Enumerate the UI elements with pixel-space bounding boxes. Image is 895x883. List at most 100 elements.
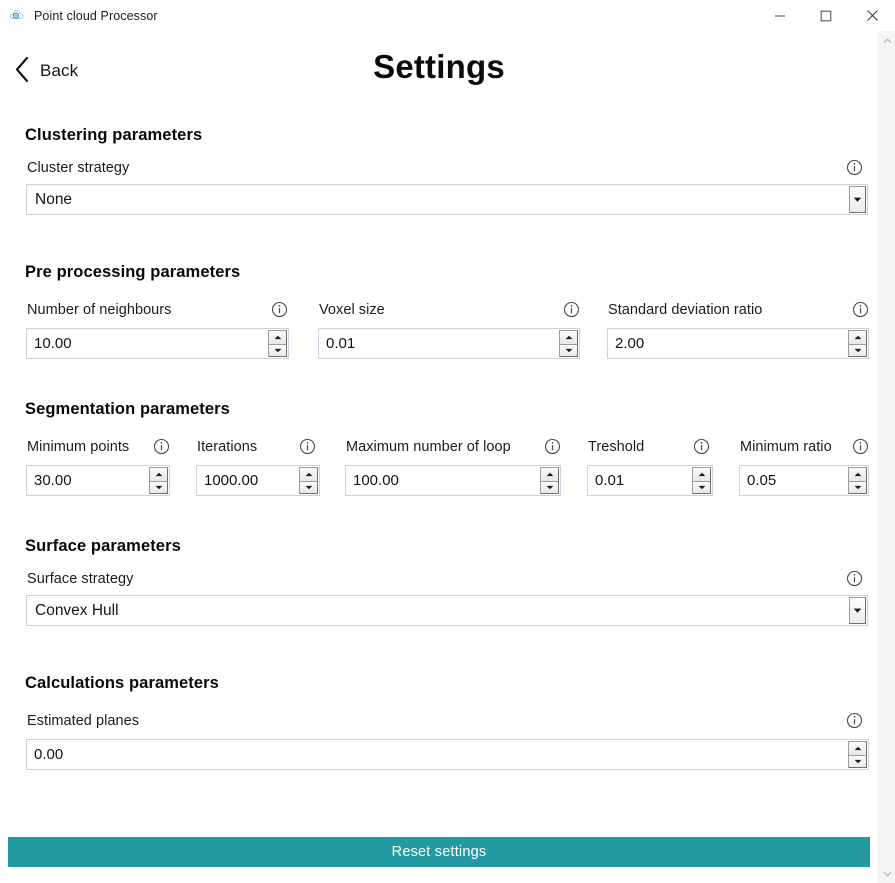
stepper-buttons [149, 467, 168, 494]
stepper-down-icon[interactable] [559, 343, 578, 357]
stepper-up-icon[interactable] [692, 467, 711, 481]
section-preprocessing: Pre processing parameters Number of neig… [0, 263, 878, 398]
stepper-up-icon[interactable] [149, 467, 168, 481]
title-bar: Point cloud Processor [0, 0, 895, 31]
info-icon[interactable] [563, 301, 580, 318]
stepper-up-icon[interactable] [848, 467, 867, 481]
voxel-size-label: Voxel size [319, 301, 385, 318]
section-calculations: Calculations parameters Estimated planes… [0, 674, 878, 804]
minimum-points-value[interactable]: 30.00 [27, 466, 149, 495]
stepper-down-icon[interactable] [848, 754, 867, 768]
maximum-number-of-loops-value[interactable]: 100.00 [346, 466, 540, 495]
cluster-strategy-label-row: Cluster strategy [27, 159, 863, 176]
stepper-up-icon[interactable] [848, 330, 867, 344]
stepper-up-icon[interactable] [299, 467, 318, 481]
minimum-points-stepper[interactable]: 30.00 [26, 465, 170, 496]
info-icon[interactable] [153, 438, 170, 455]
surface-strategy-label-row: Surface strategy [27, 570, 863, 587]
iterations-stepper[interactable]: 1000.00 [196, 465, 320, 496]
stepper-buttons [848, 467, 867, 494]
chevron-down-icon[interactable] [879, 865, 895, 882]
stepper-up-icon[interactable] [540, 467, 559, 481]
stepper-up-icon[interactable] [559, 330, 578, 344]
section-title-clustering: Clustering parameters [25, 126, 203, 144]
maximum-number-of-loops-stepper[interactable]: 100.00 [345, 465, 561, 496]
info-icon[interactable] [852, 301, 869, 318]
minimum-ratio-label-row: Minimum ratio [740, 438, 869, 455]
iterations-label-row: Iterations [197, 438, 316, 455]
reset-settings-button[interactable]: Reset settings [8, 837, 870, 867]
info-icon[interactable] [693, 438, 710, 455]
info-icon[interactable] [299, 438, 316, 455]
cloud-icon [9, 7, 26, 24]
stepper-down-icon[interactable] [848, 343, 867, 357]
chevron-down-icon[interactable] [849, 186, 866, 213]
surface-strategy-value: Convex Hull [35, 601, 119, 619]
cluster-strategy-select[interactable]: None [26, 184, 868, 215]
stepper-down-icon[interactable] [692, 480, 711, 494]
maximize-icon[interactable] [803, 0, 849, 31]
chevron-up-icon[interactable] [879, 32, 895, 49]
stepper-up-icon[interactable] [848, 741, 867, 755]
stepper-buttons [848, 741, 867, 768]
vertical-scrollbar[interactable] [878, 31, 895, 883]
window-controls [757, 0, 895, 31]
minimize-icon[interactable] [757, 0, 803, 31]
stepper-down-icon[interactable] [149, 480, 168, 494]
section-clustering: Clustering parameters Cluster strategy N… [0, 126, 878, 246]
number-of-neighbours-value[interactable]: 10.00 [27, 329, 268, 358]
voxel-size-stepper[interactable]: 0.01 [318, 328, 580, 359]
treshold-stepper[interactable]: 0.01 [587, 465, 713, 496]
cluster-strategy-value: None [35, 190, 73, 208]
stepper-down-icon[interactable] [540, 480, 559, 494]
section-title-preprocessing: Pre processing parameters [25, 263, 241, 281]
standard-deviation-ratio-stepper[interactable]: 2.00 [607, 328, 869, 359]
treshold-label: Treshold [588, 438, 645, 455]
minimum-points-label-row: Minimum points [27, 438, 170, 455]
stepper-up-icon[interactable] [268, 330, 287, 344]
voxel-size-label-row: Voxel size [319, 301, 580, 318]
stepper-buttons [268, 330, 287, 357]
stepper-buttons [848, 330, 867, 357]
estimated-planes-label: Estimated planes [27, 712, 140, 729]
page-title: Settings [373, 48, 505, 85]
voxel-size-value[interactable]: 0.01 [319, 329, 559, 358]
stepper-down-icon[interactable] [299, 480, 318, 494]
info-icon[interactable] [846, 570, 863, 587]
iterations-value[interactable]: 1000.00 [197, 466, 299, 495]
info-icon[interactable] [846, 159, 863, 176]
info-icon[interactable] [271, 301, 288, 318]
section-surface: Surface parameters Surface strategy Conv… [0, 537, 878, 662]
stepper-buttons [540, 467, 559, 494]
chevron-down-icon[interactable] [849, 597, 866, 624]
maximum-number-of-loops-label-row: Maximum number of loop [346, 438, 561, 455]
settings-content: Back Settings Clustering parameters Clus… [0, 31, 878, 883]
stepper-buttons [692, 467, 711, 494]
title-bar-left: Point cloud Processor [0, 7, 158, 24]
stepper-buttons [299, 467, 318, 494]
info-icon[interactable] [846, 712, 863, 729]
standard-deviation-ratio-value[interactable]: 2.00 [608, 329, 848, 358]
minimum-ratio-stepper[interactable]: 0.05 [739, 465, 869, 496]
stepper-down-icon[interactable] [268, 343, 287, 357]
info-icon[interactable] [852, 438, 869, 455]
close-icon[interactable] [849, 0, 895, 31]
info-icon[interactable] [544, 438, 561, 455]
surface-strategy-select[interactable]: Convex Hull [26, 595, 868, 626]
minimum-points-label: Minimum points [27, 438, 130, 455]
estimated-planes-stepper[interactable]: 0.00 [26, 739, 869, 770]
estimated-planes-label-row: Estimated planes [27, 712, 863, 729]
section-segmentation: Segmentation parameters Minimum points 3… [0, 400, 878, 540]
stepper-down-icon[interactable] [848, 480, 867, 494]
treshold-value[interactable]: 0.01 [588, 466, 692, 495]
minimum-ratio-value[interactable]: 0.05 [740, 466, 848, 495]
cluster-strategy-label: Cluster strategy [27, 159, 130, 176]
iterations-label: Iterations [197, 438, 258, 455]
section-title-segmentation: Segmentation parameters [25, 400, 230, 418]
number-of-neighbours-label: Number of neighbours [27, 301, 172, 318]
number-of-neighbours-stepper[interactable]: 10.00 [26, 328, 289, 359]
minimum-ratio-label: Minimum ratio [740, 438, 832, 455]
stepper-buttons [559, 330, 578, 357]
section-title-calculations: Calculations parameters [25, 674, 219, 692]
estimated-planes-value[interactable]: 0.00 [27, 740, 848, 769]
